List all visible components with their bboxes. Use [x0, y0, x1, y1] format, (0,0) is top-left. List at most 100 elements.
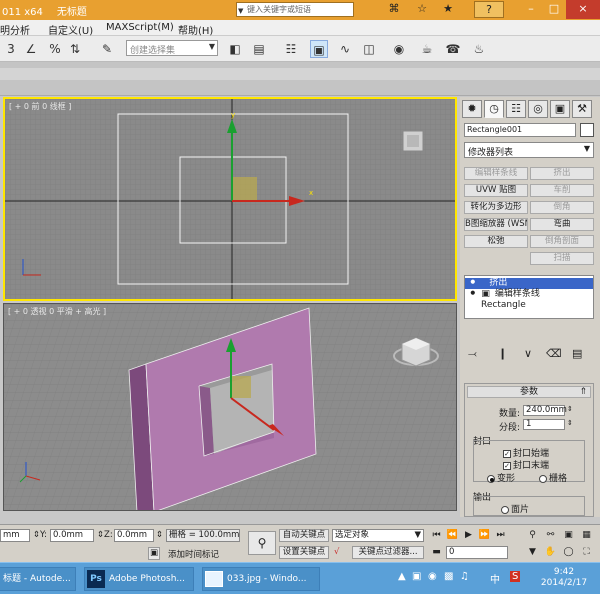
- previous-frame-icon[interactable]: ⏪: [446, 529, 459, 542]
- binoculars-icon[interactable]: ⌘: [386, 2, 402, 17]
- goto-start-icon[interactable]: ⏮: [430, 529, 443, 542]
- tab-motion[interactable]: ◎: [528, 100, 548, 118]
- set-key-button[interactable]: 设置关键点: [279, 546, 329, 559]
- spinner-snap-icon[interactable]: ⇅: [66, 40, 84, 58]
- infocenter-icon[interactable]: ☆: [414, 2, 430, 17]
- amount-input[interactable]: 240.0mm: [523, 405, 567, 416]
- rendered-frame-icon[interactable]: ☎: [444, 40, 462, 58]
- time-tag-icon[interactable]: ▣: [148, 547, 160, 560]
- x-coordinate-field[interactable]: mm: [0, 529, 30, 542]
- taskbar-item-3dsmax[interactable]: 标题 - Autode...: [0, 567, 76, 591]
- ime-language-indicator[interactable]: 中: [490, 571, 500, 586]
- z-coordinate-field[interactable]: 0.0mm: [114, 529, 154, 542]
- cap-end-checkbox[interactable]: ✓ 封口末端: [503, 458, 549, 471]
- favorites-star-icon[interactable]: ★: [440, 2, 456, 17]
- object-color-swatch[interactable]: [580, 123, 594, 137]
- modifier-button-convert-to-poly[interactable]: 转化为多边形: [464, 201, 528, 214]
- stack-item-rectangle[interactable]: Rectangle: [465, 300, 593, 311]
- add-time-tag-button[interactable]: 添加时间标记: [168, 548, 219, 560]
- pan-icon[interactable]: ✋: [544, 546, 557, 559]
- patch-radio[interactable]: 面片: [501, 502, 529, 515]
- scene-explorer-icon[interactable]: ▣: [310, 40, 328, 58]
- percent-snap-icon[interactable]: %: [46, 40, 64, 58]
- viewport-label[interactable]: [ + 0 前 0 线框 ]: [9, 101, 71, 112]
- remove-modifier-icon[interactable]: ⌫: [546, 347, 562, 360]
- tab-create[interactable]: ✹: [462, 100, 482, 118]
- collapse-icon[interactable]: ⇑: [579, 387, 587, 397]
- goto-end-icon[interactable]: ⏭: [494, 529, 507, 542]
- maximize-viewport-icon[interactable]: ⛶: [580, 546, 593, 559]
- tray-s-icon[interactable]: S: [510, 571, 521, 582]
- key-mode-toggle-icon[interactable]: ▬: [430, 546, 443, 559]
- network-icon[interactable]: ▩: [444, 571, 453, 582]
- amount-spinner-icon[interactable]: ⇕: [567, 405, 573, 413]
- layer-manager-icon[interactable]: ☷: [282, 40, 300, 58]
- expand-box-icon[interactable]: ▣: [481, 289, 490, 299]
- morph-radio[interactable]: 变形: [487, 471, 515, 484]
- modifier-list-dropdown[interactable]: 修改器列表 ▼: [464, 142, 594, 158]
- lightbulb-icon[interactable]: ⚫: [469, 278, 477, 288]
- tray-app-icon[interactable]: ▣: [412, 571, 421, 582]
- minimize-button[interactable]: –: [520, 0, 542, 19]
- render-setup-icon[interactable]: ☕: [418, 40, 436, 58]
- curve-editor-icon[interactable]: ∿: [336, 40, 354, 58]
- zoom-extents-icon[interactable]: ▣: [562, 529, 575, 542]
- align-icon[interactable]: ▤: [250, 40, 268, 58]
- pin-stack-icon[interactable]: ⤙: [468, 347, 477, 361]
- lightbulb-icon[interactable]: ⚫: [469, 289, 477, 299]
- auto-key-button[interactable]: 自动关键点: [279, 529, 329, 542]
- named-selection-dropdown[interactable]: 创建选择集 ▼: [126, 40, 218, 56]
- configure-sets-icon[interactable]: ▤: [572, 347, 582, 360]
- modifier-button-uvw-map[interactable]: UVW 贴图: [464, 184, 528, 197]
- modifier-button-bevel-profile[interactable]: 倒角剖面: [530, 235, 594, 248]
- snap-3d-icon[interactable]: 3: [2, 40, 20, 58]
- show-end-result-icon[interactable]: ❙: [498, 347, 507, 360]
- field-of-view-icon[interactable]: ▼: [526, 546, 539, 559]
- taskbar-item-photoshop[interactable]: Ps Adobe Photosh...: [84, 567, 194, 591]
- taskbar-item-photo-viewer[interactable]: 033.jpg - Windo...: [202, 567, 320, 591]
- rollout-header[interactable]: 参数 ⇑: [467, 386, 591, 398]
- close-button[interactable]: ×: [566, 0, 600, 19]
- material-editor-icon[interactable]: ◉: [390, 40, 408, 58]
- search-input[interactable]: ▼ 键入关键字或短语: [236, 2, 354, 17]
- mirror-icon[interactable]: ◧: [226, 40, 244, 58]
- help-button[interactable]: ?: [474, 1, 504, 18]
- modifier-button-bend[interactable]: 弯曲: [530, 218, 594, 231]
- tab-utilities[interactable]: ⚒: [572, 100, 592, 118]
- volume-icon[interactable]: ♫: [460, 571, 469, 582]
- next-frame-icon[interactable]: ⏩: [478, 529, 491, 542]
- object-name-field[interactable]: Rectangle001: [464, 123, 576, 137]
- grid-radio[interactable]: 栅格: [539, 471, 567, 484]
- modifier-button-edit-spline[interactable]: 编辑样条线: [464, 167, 528, 180]
- key-filter-icon[interactable]: √: [334, 547, 339, 557]
- key-filters-button[interactable]: 关键点过滤器...: [352, 546, 424, 559]
- tab-hierarchy[interactable]: ☷: [506, 100, 526, 118]
- edit-named-selection-icon[interactable]: ✎: [98, 40, 116, 58]
- spinner-icon[interactable]: ⇕: [156, 530, 163, 540]
- taskbar-clock[interactable]: 9:42 2014/2/17: [534, 567, 594, 589]
- make-unique-icon[interactable]: ∨: [524, 347, 532, 360]
- y-coordinate-field[interactable]: 0.0mm: [50, 529, 94, 542]
- segments-input[interactable]: 1: [523, 419, 565, 430]
- tab-display[interactable]: ▣: [550, 100, 570, 118]
- key-selection-dropdown[interactable]: 选定对象 ▼: [332, 529, 424, 542]
- modifier-button-relax[interactable]: 松弛: [464, 235, 528, 248]
- zoom-all-icon[interactable]: ⚯: [544, 529, 557, 542]
- modifier-button-lathe[interactable]: 车削: [530, 184, 594, 197]
- viewport-perspective[interactable]: [ + 0 透视 0 平滑 + 高光 ]: [3, 303, 457, 511]
- render-teapot-icon[interactable]: ♨: [470, 40, 488, 58]
- stack-item-edit-spline[interactable]: ⚫ ▣ 编辑样条线: [465, 289, 593, 300]
- zoom-icon[interactable]: ⚲: [526, 529, 539, 542]
- tray-expand-icon[interactable]: ▲: [398, 571, 406, 582]
- modifier-button-sweep[interactable]: 扫描: [530, 252, 594, 265]
- modifier-button-map-scaler[interactable]: B图缩放器 (WSM: [464, 218, 528, 231]
- menu-help[interactable]: 帮助(H): [178, 22, 213, 37]
- viewport-front[interactable]: [ + 0 前 0 线框 ] x y: [3, 97, 457, 301]
- menu-maxscript[interactable]: MAXScript(M): [106, 22, 174, 33]
- key-mode-icon[interactable]: ⚲: [248, 531, 276, 555]
- modifier-button-bevel[interactable]: 倒角: [530, 201, 594, 214]
- stack-item-extrude[interactable]: ⚫ 挤出: [465, 278, 593, 289]
- menu-lighting-analysis[interactable]: 明分析: [0, 22, 30, 37]
- tray-ime-icon[interactable]: ◉: [428, 571, 437, 582]
- maximize-button[interactable]: □: [543, 0, 565, 19]
